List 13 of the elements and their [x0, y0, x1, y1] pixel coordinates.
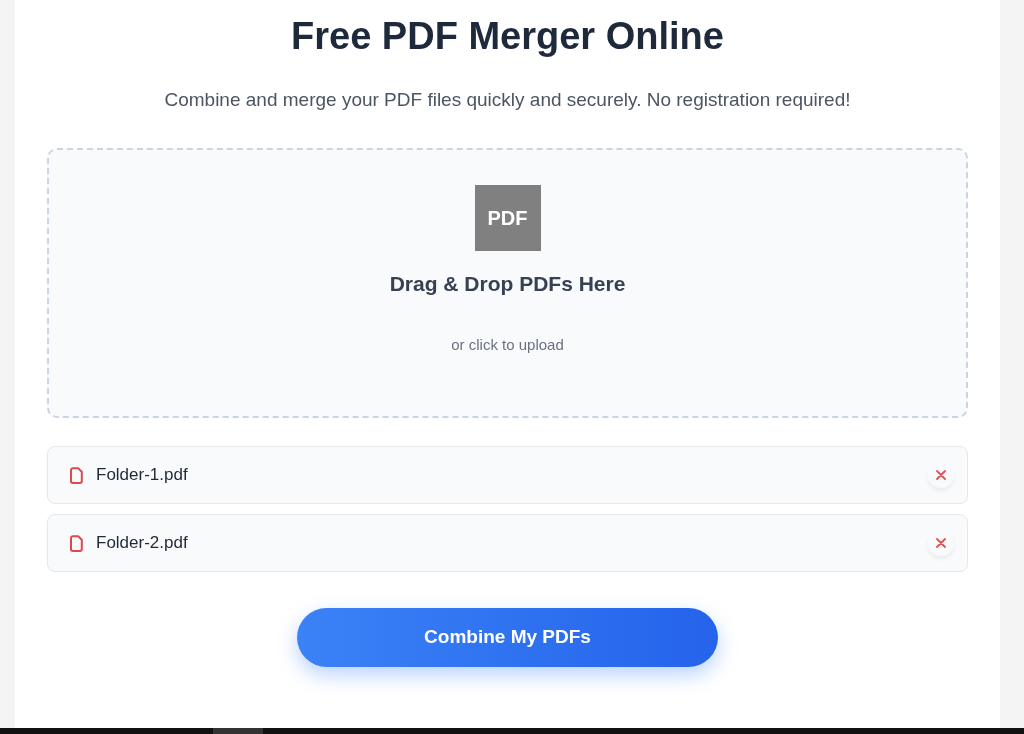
- file-icon: [70, 466, 83, 484]
- file-name: Folder-1.pdf: [96, 464, 189, 486]
- close-icon: [936, 470, 946, 480]
- close-icon: [936, 538, 946, 548]
- drop-zone-hint: or click to upload: [451, 335, 564, 355]
- combine-button[interactable]: Combine My PDFs: [297, 608, 718, 667]
- drop-zone[interactable]: PDF Drag & Drop PDFs Here or click to upload: [47, 148, 968, 418]
- page-subtitle: Combine and merge your PDF files quickly and securely. No registration required!: [163, 88, 852, 112]
- file-name: Folder-2.pdf: [96, 532, 189, 554]
- drop-zone-heading: Drag & Drop PDFs Here: [389, 271, 626, 297]
- pdf-file-icon: PDF: [474, 185, 541, 251]
- page-title: Free PDF Merger Online: [290, 14, 725, 59]
- file-icon: [70, 534, 83, 552]
